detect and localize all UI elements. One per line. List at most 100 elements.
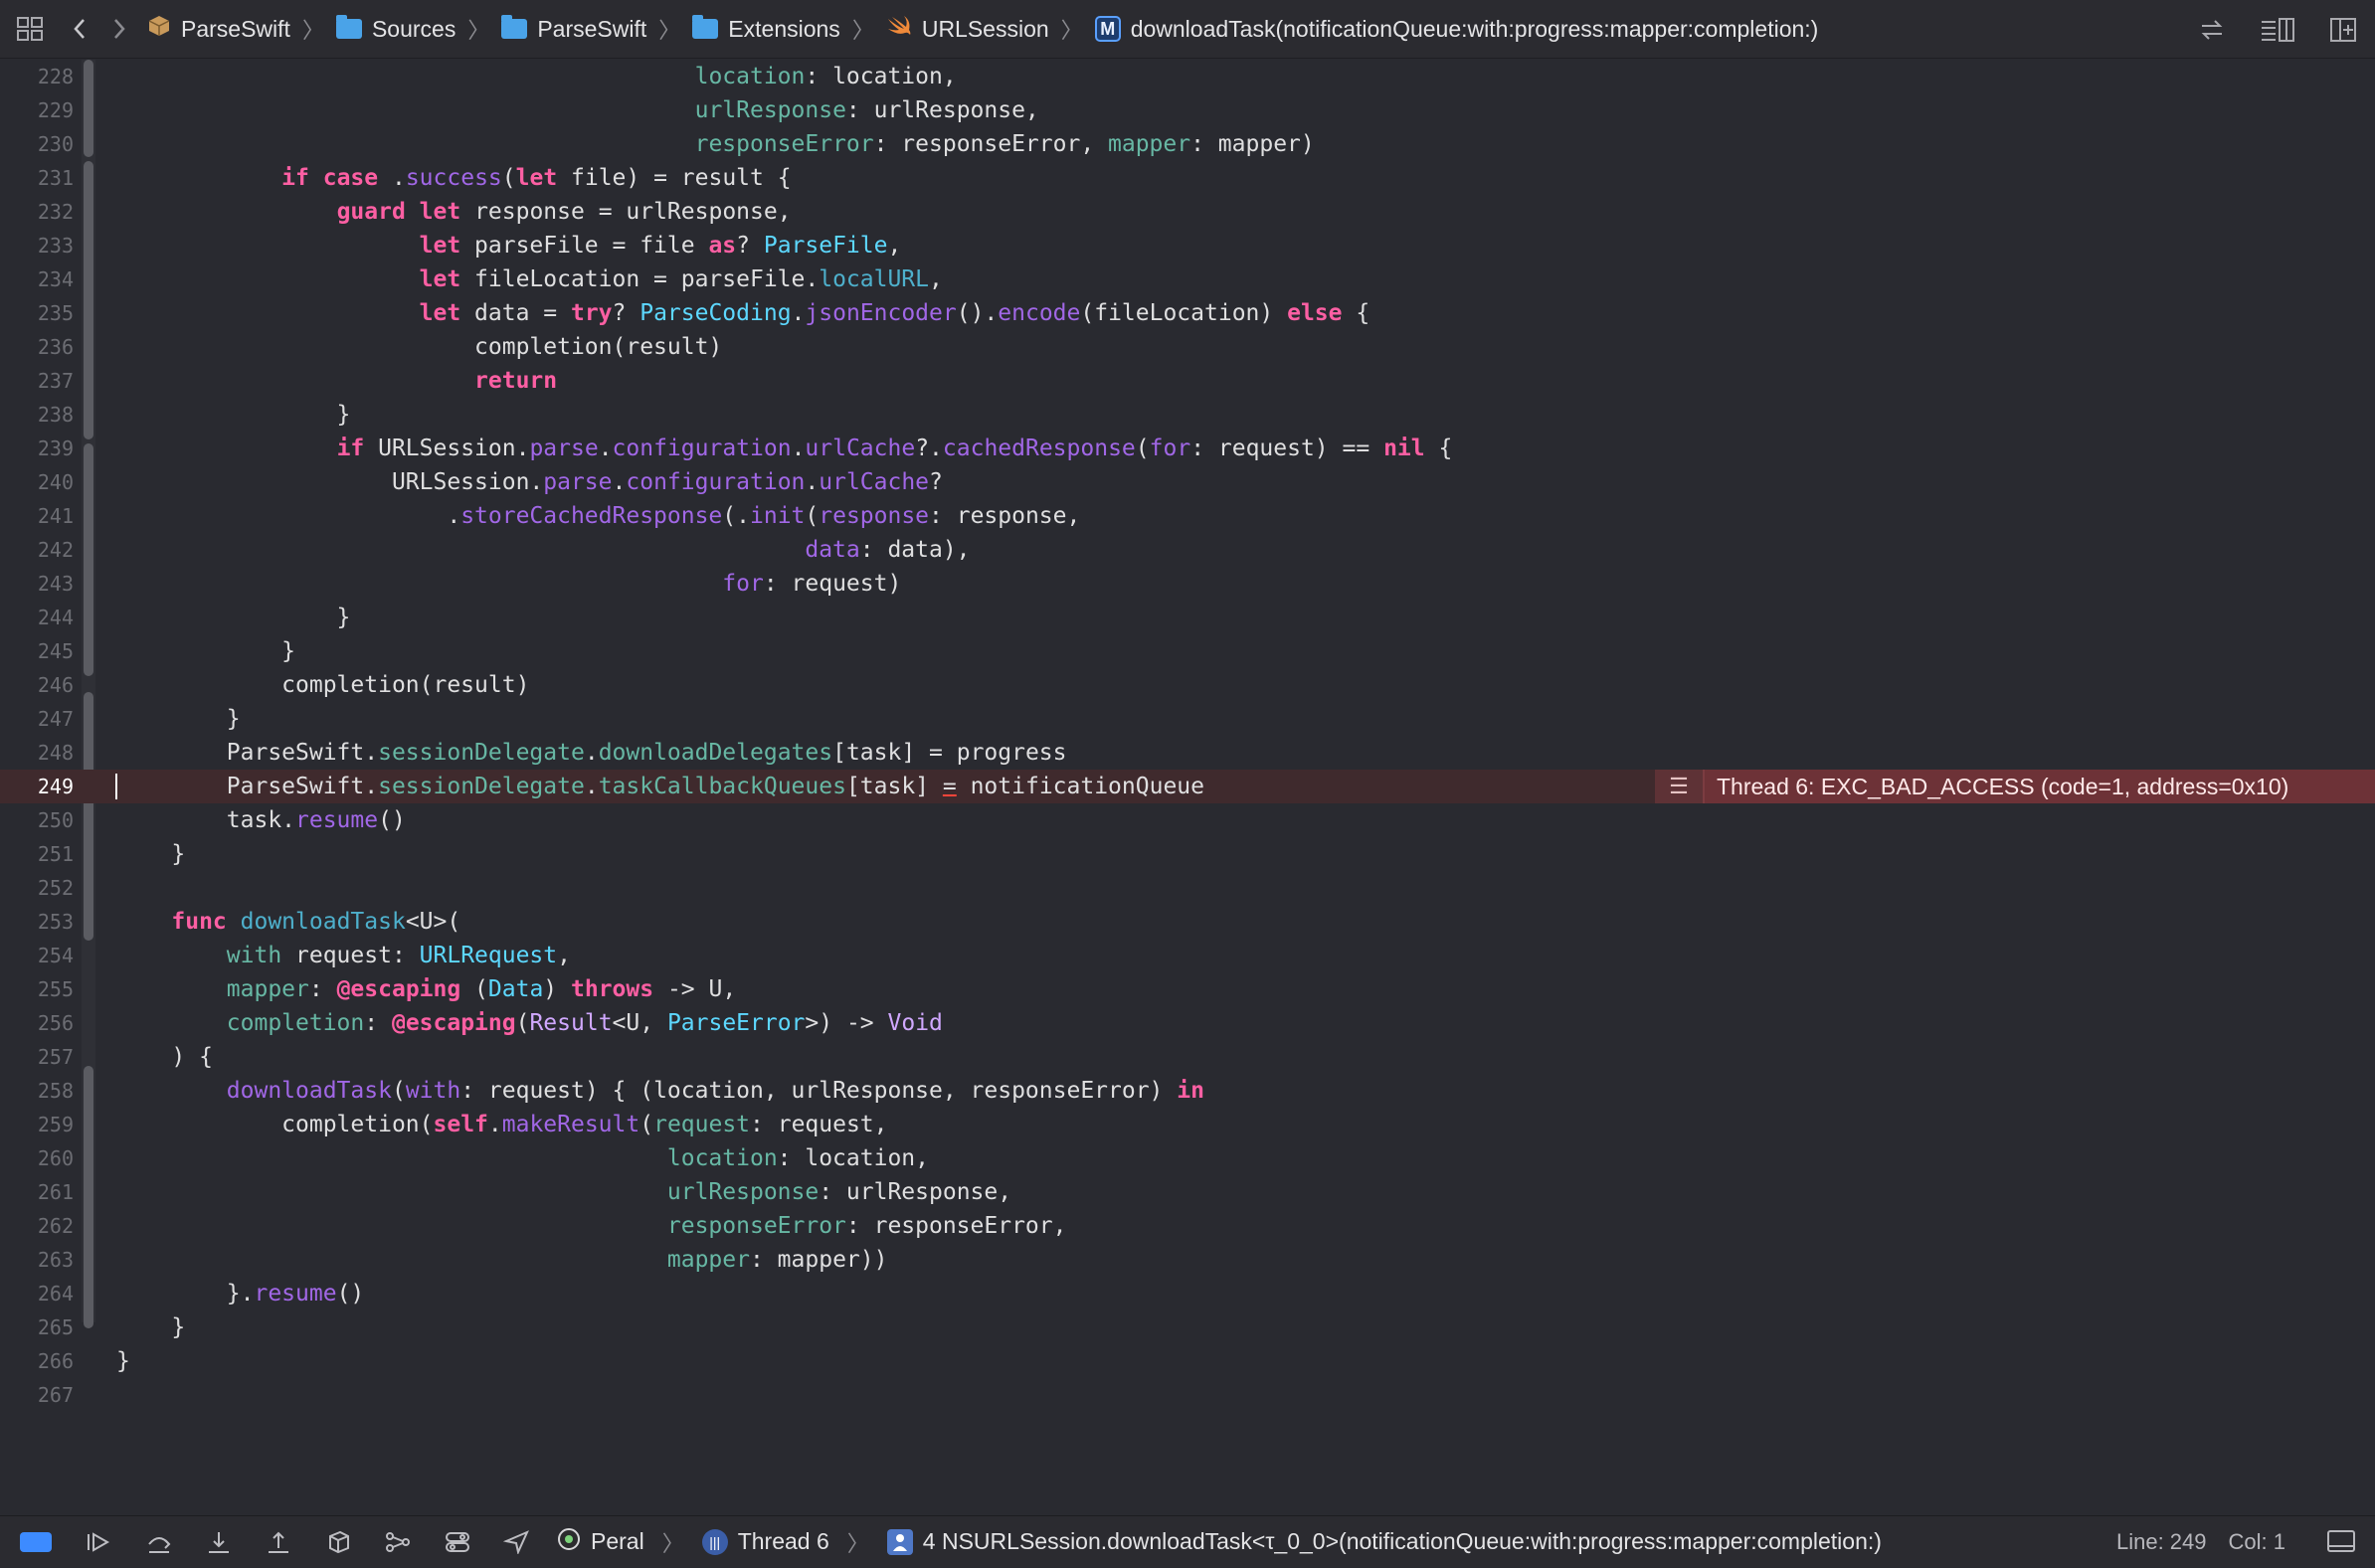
breadcrumb-item[interactable]: ParseSwift [501, 15, 646, 43]
code-text[interactable]: URLSession.parse.configuration.urlCache? [116, 465, 943, 499]
code-text[interactable]: urlResponse: urlResponse, [116, 1175, 1011, 1209]
code-line[interactable]: 236 completion(result) [0, 330, 2375, 364]
code-text[interactable]: data: data), [116, 533, 970, 567]
code-line[interactable]: 232 guard let response = urlResponse, [0, 195, 2375, 229]
code-text[interactable]: if URLSession.parse.configuration.urlCac… [116, 432, 1453, 465]
code-text[interactable]: } [116, 837, 185, 871]
code-line[interactable]: 243 for: request) [0, 567, 2375, 601]
code-text[interactable]: completion(result) [116, 330, 722, 364]
line-number[interactable]: 240 [0, 470, 74, 494]
line-number[interactable]: 251 [0, 842, 74, 866]
code-text[interactable]: responseError: responseError, mapper: ma… [116, 127, 1315, 161]
code-line[interactable]: 229 urlResponse: urlResponse, [0, 93, 2375, 127]
line-number[interactable]: 250 [0, 808, 74, 832]
code-line[interactable]: 248 ParseSwift.sessionDelegate.downloadD… [0, 736, 2375, 770]
line-number[interactable]: 228 [0, 65, 74, 88]
line-number[interactable]: 243 [0, 572, 74, 596]
process-name[interactable]: Peral [591, 1528, 644, 1555]
line-number[interactable]: 229 [0, 98, 74, 122]
line-number[interactable]: 263 [0, 1248, 74, 1272]
line-number[interactable]: 237 [0, 369, 74, 393]
code-line[interactable]: 230 responseError: responseError, mapper… [0, 127, 2375, 161]
line-number[interactable]: 253 [0, 910, 74, 934]
forward-chevron-icon[interactable] [99, 17, 139, 41]
code-line[interactable]: 237 return [0, 364, 2375, 398]
issue-list-icon[interactable]: ☰ [1655, 770, 1705, 803]
breadcrumb-item[interactable]: Extensions [692, 15, 840, 43]
code-text[interactable]: } [116, 1344, 130, 1378]
code-line[interactable]: 242 data: data), [0, 533, 2375, 567]
environment-overrides-icon[interactable] [428, 1530, 487, 1554]
code-line[interactable]: 241 .storeCachedResponse(.init(response:… [0, 499, 2375, 533]
code-line[interactable]: 259 completion(self.makeResult(request: … [0, 1108, 2375, 1141]
line-number[interactable]: 264 [0, 1282, 74, 1306]
swap-arrows-icon[interactable] [2198, 18, 2226, 42]
code-text[interactable]: with request: URLRequest, [116, 939, 571, 972]
line-number[interactable]: 255 [0, 977, 74, 1001]
step-into-icon[interactable] [189, 1530, 249, 1554]
line-number[interactable]: 257 [0, 1045, 74, 1069]
line-number[interactable]: 265 [0, 1315, 74, 1339]
source-editor[interactable]: 228 location: location, 229 urlResponse: … [0, 60, 2375, 1515]
add-editor-icon[interactable] [2329, 17, 2357, 43]
code-line[interactable]: 231 if case .success(let file) = result … [0, 161, 2375, 195]
code-text[interactable]: guard let response = urlResponse, [116, 195, 792, 229]
code-text[interactable]: } [116, 1310, 185, 1344]
breadcrumb-item[interactable]: Sources [335, 15, 456, 43]
current-line[interactable]: 249 ParseSwift.sessionDelegate.taskCallb… [0, 770, 2375, 803]
thread-name[interactable]: Thread 6 [738, 1528, 829, 1555]
code-line[interactable]: 246 completion(result) [0, 668, 2375, 702]
code-line[interactable]: 265 } [0, 1310, 2375, 1344]
code-line[interactable]: 262 responseError: responseError, [0, 1209, 2375, 1243]
code-text[interactable]: mapper: mapper)) [116, 1243, 888, 1277]
code-text[interactable]: if case .success(let file) = result { [116, 161, 791, 195]
back-chevron-icon[interactable] [60, 17, 99, 41]
code-text[interactable]: } [116, 601, 351, 634]
code-text[interactable]: completion: @escaping(Result<U, ParseErr… [116, 1006, 943, 1040]
error-annotation[interactable]: ☰ Thread 6: EXC_BAD_ACCESS (code=1, addre… [1655, 770, 2375, 803]
code-line[interactable]: 251 } [0, 837, 2375, 871]
code-text[interactable]: downloadTask(with: request) { (location,… [116, 1074, 1204, 1108]
code-text[interactable]: ) { [116, 1040, 213, 1074]
code-text[interactable]: func downloadTask<U>( [116, 905, 460, 939]
line-number[interactable]: 230 [0, 132, 74, 156]
line-number[interactable]: 233 [0, 234, 74, 258]
code-text[interactable]: responseError: responseError, [116, 1209, 1067, 1243]
code-line[interactable]: 253 func downloadTask<U>( [0, 905, 2375, 939]
line-number[interactable]: 231 [0, 166, 74, 190]
line-number[interactable]: 249 [0, 775, 74, 798]
code-text[interactable]: mapper: @escaping (Data) throws -> U, [116, 972, 736, 1006]
code-text[interactable]: ParseSwift.sessionDelegate.taskCallbackQ… [116, 770, 1204, 803]
code-line[interactable]: 239 if URLSession.parse.configuration.ur… [0, 432, 2375, 465]
line-number[interactable]: 259 [0, 1113, 74, 1136]
code-line[interactable]: 252 [0, 871, 2375, 905]
line-number[interactable]: 239 [0, 436, 74, 460]
code-text[interactable]: } [116, 398, 351, 432]
code-text[interactable]: } [116, 634, 295, 668]
line-number[interactable]: 245 [0, 639, 74, 663]
code-text[interactable]: location: location, [116, 60, 957, 93]
simulate-location-icon[interactable] [487, 1529, 547, 1554]
toggle-debug-area-icon[interactable] [2327, 1530, 2355, 1552]
line-number[interactable]: 242 [0, 538, 74, 562]
code-line[interactable]: 250 task.resume() [0, 803, 2375, 837]
line-number[interactable]: 266 [0, 1349, 74, 1373]
line-number[interactable]: 252 [0, 876, 74, 900]
line-number[interactable]: 258 [0, 1079, 74, 1103]
line-number[interactable]: 254 [0, 944, 74, 967]
line-number[interactable]: 241 [0, 504, 74, 528]
stack-frame[interactable]: 4 NSURLSession.downloadTask<τ_0_0>(notif… [923, 1528, 1882, 1555]
code-text[interactable]: completion(self.makeResult(request: requ… [116, 1108, 887, 1141]
code-line[interactable]: 233 let parseFile = file as? ParseFile, [0, 229, 2375, 262]
code-text[interactable]: task.resume() [116, 803, 406, 837]
line-number[interactable]: 261 [0, 1180, 74, 1204]
line-number[interactable]: 260 [0, 1146, 74, 1170]
line-number[interactable]: 247 [0, 707, 74, 731]
code-line[interactable]: 254 with request: URLRequest, [0, 939, 2375, 972]
code-line[interactable]: 266} [0, 1344, 2375, 1378]
breadcrumb-item[interactable]: URLSession [886, 15, 1049, 43]
line-number[interactable]: 235 [0, 301, 74, 325]
related-items-grid-icon[interactable] [0, 16, 60, 42]
line-number[interactable]: 236 [0, 335, 74, 359]
code-text[interactable]: let data = try? ParseCoding.jsonEncoder(… [116, 296, 1370, 330]
